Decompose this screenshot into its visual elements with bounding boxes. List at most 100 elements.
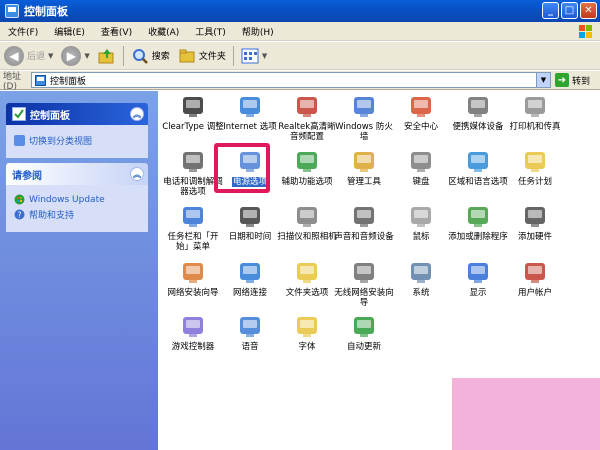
control-panel-item[interactable]: 显示 xyxy=(447,259,509,298)
collapse-icon[interactable]: ︽ xyxy=(130,107,144,121)
forward-button[interactable]: ▶ ▼ xyxy=(57,44,93,68)
menu-file[interactable]: 文件(F) xyxy=(0,25,46,38)
control-panel-item-label: 无线网络安装向导 xyxy=(333,288,395,308)
control-panel-item[interactable]: 任务栏和「开始」菜单 xyxy=(162,203,224,252)
menu-tools[interactable]: 工具(T) xyxy=(187,25,234,38)
control-panel-item[interactable]: 添加或删除程序 xyxy=(447,203,509,242)
control-panel-item-text: 网络连接 xyxy=(232,288,267,298)
media-device-icon xyxy=(468,97,488,117)
control-panel-item[interactable]: 辅助功能选项 xyxy=(276,148,338,187)
chevron-down-icon[interactable]: ▼ xyxy=(536,73,550,87)
menu-favorites[interactable]: 收藏(A) xyxy=(140,25,187,38)
audio-icon xyxy=(354,207,374,227)
control-panel-item[interactable]: 键盘 xyxy=(390,148,452,187)
help-support-link[interactable]: ? 帮助和支持 xyxy=(14,208,140,221)
control-panel-item-label: 区域和语言选项 xyxy=(447,177,509,187)
wireless-icon xyxy=(354,263,374,283)
control-panel-item[interactable]: 网络安装向导 xyxy=(162,259,224,298)
folders-button[interactable]: 文件夹 xyxy=(174,44,230,68)
back-arrow-icon: ◀ xyxy=(4,45,24,66)
control-panel-item-text: 任务栏和「开始」菜单 xyxy=(167,232,219,252)
control-panel-item[interactable]: 用户帐户 xyxy=(504,259,566,298)
control-panel-item[interactable]: 无线网络安装向导 xyxy=(333,259,395,308)
close-button[interactable]: ✕ xyxy=(580,2,597,19)
fonts-folder-icon xyxy=(297,317,317,337)
selection-highlight xyxy=(214,143,270,193)
minimize-button[interactable]: _ xyxy=(542,2,559,19)
control-panel-item[interactable]: 鼠标 xyxy=(390,203,452,242)
control-panel-item-text: Realtek高清晰音频配置 xyxy=(278,122,336,142)
control-panel-item-text: 键盘 xyxy=(412,177,430,187)
control-panel-item-label: 字体 xyxy=(276,342,338,352)
control-panel-item[interactable]: 扫描仪和照相机 xyxy=(276,203,338,242)
chevron-down-icon: ▼ xyxy=(48,51,54,60)
menu-edit[interactable]: 编辑(E) xyxy=(46,25,93,38)
control-panel-item-label: 扫描仪和照相机 xyxy=(276,232,338,242)
control-panel-item[interactable]: Internet 选项 xyxy=(219,93,281,132)
control-panel-item[interactable]: 任务计划 xyxy=(504,148,566,187)
control-panel-item[interactable]: 管理工具 xyxy=(333,148,395,187)
windows-update-link[interactable]: Windows Update xyxy=(14,194,140,205)
see-also-section-header[interactable]: 请参阅 ︽ xyxy=(6,163,148,185)
svg-text:?: ? xyxy=(17,211,21,220)
search-button[interactable]: 搜索 xyxy=(127,44,174,68)
maximize-button[interactable]: □ xyxy=(561,2,578,19)
control-panel-item-label: Internet 选项 xyxy=(219,122,281,132)
control-panel-item[interactable]: 自动更新 xyxy=(333,313,395,352)
switch-category-view-link[interactable]: 切换到分类视图 xyxy=(14,134,140,147)
control-panel-item[interactable]: 系统 xyxy=(390,259,452,298)
control-panel-item[interactable]: 区域和语言选项 xyxy=(447,148,509,187)
control-panel-item[interactable]: 文件夹选项 xyxy=(276,259,338,298)
control-panel-item-label: 辅助功能选项 xyxy=(276,177,338,187)
back-button[interactable]: ◀ 后退 ▼ xyxy=(0,44,57,68)
control-panel-item[interactable]: 安全中心 xyxy=(390,93,452,132)
control-panel-item[interactable]: 声音和音频设备 xyxy=(333,203,395,242)
control-panel-item-text: 日期和时间 xyxy=(228,232,272,242)
mouse-icon xyxy=(411,207,431,227)
go-button[interactable]: ➜ 转到 xyxy=(555,73,590,87)
control-panel-item-label: 用户帐户 xyxy=(504,288,566,298)
control-panel-item-label: 任务栏和「开始」菜单 xyxy=(162,232,224,252)
forward-arrow-icon: ▶ xyxy=(61,45,82,66)
control-panel-item-text: Internet 选项 xyxy=(223,122,277,132)
control-panel-item-text: 显示 xyxy=(469,288,487,298)
control-panel-item-text: Windows 防火墙 xyxy=(335,122,393,142)
control-panel-item[interactable]: 日期和时间 xyxy=(219,203,281,242)
control-panel-item[interactable]: 添加硬件 xyxy=(504,203,566,242)
control-panel-item[interactable]: Realtek高清晰音频配置 xyxy=(276,93,338,142)
accessibility-icon xyxy=(297,152,317,172)
control-panel-item[interactable]: 网络连接 xyxy=(219,259,281,298)
control-panel-icon xyxy=(5,4,19,18)
control-panel-item[interactable]: 字体 xyxy=(276,313,338,352)
control-panel-item-text: 自动更新 xyxy=(346,342,381,352)
control-panel-item[interactable]: 便携媒体设备 xyxy=(447,93,509,132)
task-pane: 控制面板 ︽ 切换到分类视图 请参阅 ︽ Windows Update ? 帮助… xyxy=(0,91,158,450)
clock-icon xyxy=(240,207,260,227)
up-button[interactable] xyxy=(94,44,120,68)
control-panel-section-header[interactable]: 控制面板 ︽ xyxy=(6,103,148,125)
address-input[interactable]: 控制面板 ▼ xyxy=(31,72,551,88)
control-panel-item[interactable]: ClearType 调整 xyxy=(162,93,224,132)
control-panel-item[interactable]: Windows 防火墙 xyxy=(333,93,395,142)
folder-up-icon xyxy=(98,48,114,63)
control-panel-item-text: 扫描仪和照相机 xyxy=(277,232,337,242)
control-panel-item[interactable]: 打印机和传真 xyxy=(504,93,566,132)
collapse-icon[interactable]: ︽ xyxy=(130,167,144,181)
control-panel-icon xyxy=(35,75,46,86)
control-panel-item-text: 鼠标 xyxy=(412,232,430,242)
add-remove-icon xyxy=(468,207,488,227)
control-panel-item-label: Windows 防火墙 xyxy=(333,122,395,142)
menu-view[interactable]: 查看(V) xyxy=(93,25,140,38)
address-label: 地址(D) xyxy=(3,71,22,92)
cleartype-icon xyxy=(183,97,203,117)
control-panel-item[interactable]: 游戏控制器 xyxy=(162,313,224,352)
views-button[interactable]: ▼ xyxy=(237,44,271,68)
globe-icon xyxy=(240,97,260,117)
shield-icon xyxy=(411,97,431,117)
control-panel-item-label: 鼠标 xyxy=(390,232,452,242)
control-panel-item[interactable]: 语音 xyxy=(219,313,281,352)
search-label: 搜索 xyxy=(151,52,170,62)
taskbar-icon xyxy=(183,207,203,227)
speech-icon xyxy=(240,317,260,337)
menu-help[interactable]: 帮助(H) xyxy=(234,25,282,38)
